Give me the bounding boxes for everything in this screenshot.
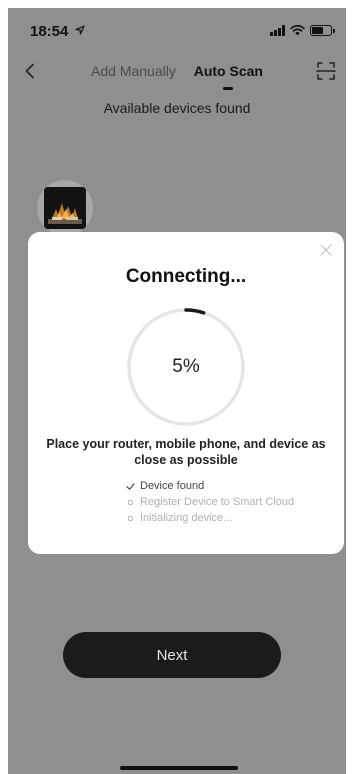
status-icons [270, 24, 335, 36]
step-label: Device found [140, 480, 205, 492]
top-navigation: Add Manually Auto Scan [8, 56, 346, 96]
scan-button[interactable] [314, 59, 338, 83]
location-arrow-icon [74, 25, 85, 35]
close-icon [320, 244, 332, 256]
active-tab-indicator [223, 87, 234, 90]
next-button[interactable]: Next [63, 632, 281, 678]
fireplace-thumbnail [44, 187, 86, 229]
step-label: Register Device to Smart Cloud [140, 496, 295, 508]
step-item: Register Device to Smart Cloud [126, 494, 294, 510]
circle-icon [127, 515, 134, 521]
tab-auto-scan[interactable]: Auto Scan [193, 63, 263, 90]
scan-frame-icon [316, 62, 336, 80]
cellular-signal-icon [270, 24, 285, 36]
tab-add-manually[interactable]: Add Manually [91, 63, 176, 79]
check-icon [126, 482, 135, 490]
tab-bar: Add Manually Auto Scan [8, 63, 346, 90]
screen: 18:54 Add Manually Auto Scan Available d… [8, 8, 346, 774]
dialog-title: Connecting... [125, 266, 247, 287]
device-thumbnail[interactable] [37, 180, 93, 236]
wifi-icon [290, 24, 305, 35]
step-item: Initializing device... [126, 510, 294, 526]
home-indicator [120, 766, 238, 770]
available-devices-title: Available devices found [103, 100, 251, 116]
dialog-message: Place your router, mobile phone, and dev… [46, 437, 326, 467]
connecting-dialog: Connecting... 5% Place your router, mobi… [28, 232, 344, 554]
status-time: 18:54 [30, 23, 85, 40]
close-button[interactable] [318, 242, 334, 258]
battery-icon [310, 24, 335, 36]
status-bar: 18:54 [8, 8, 346, 48]
circle-icon [127, 499, 134, 505]
step-item: Device found [126, 478, 294, 494]
tab-auto-scan-label: Auto Scan [193, 63, 263, 79]
connection-steps: Device found Register Device to Smart Cl… [126, 478, 294, 526]
progress-percentage: 5% [172, 356, 200, 377]
status-time-text: 18:54 [30, 23, 69, 40]
step-label: Initializing device... [140, 512, 233, 524]
battery-level-fill [312, 26, 323, 34]
